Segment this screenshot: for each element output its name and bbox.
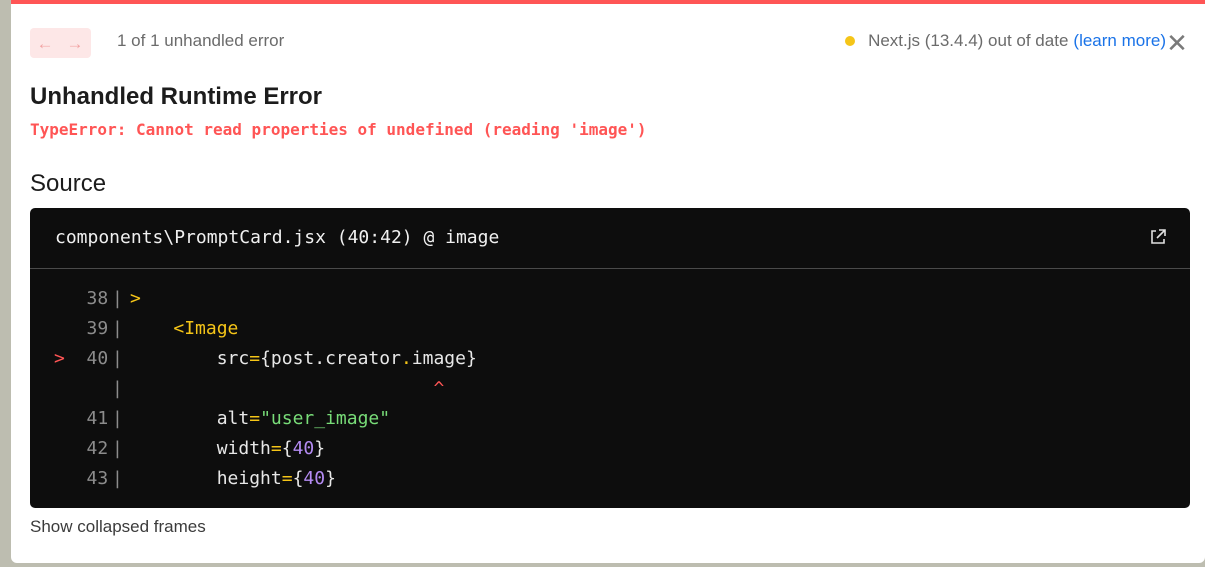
page-title: Unhandled Runtime Error [30,83,323,110]
arrow-right-icon[interactable]: → [60,28,90,58]
code-text: src={post.creator.image} [130,348,477,369]
code-text: > [130,288,141,309]
code-lines: 38 | > 39 | <Image > 40 | src={post.creator.i… [30,284,1190,494]
source-heading: Source [30,170,107,197]
code-text: alt="user_image" [130,408,391,429]
gutter-separator: | [112,408,123,429]
error-pagination: ← → [30,28,91,58]
warning-dot-icon [845,36,856,46]
gutter-separator: | [112,378,123,399]
code-line: 38 | > [30,284,1190,314]
gutter-separator: | [112,438,123,459]
error-message: TypeError: Cannot read properties of und… [30,120,647,139]
code-text: width={40} [130,438,326,459]
gutter-separator: | [112,348,123,369]
gutter-separator: | [112,468,123,489]
code-text: ^ [433,378,445,399]
code-frame-header: components\PromptCard.jsx (40:42) @ imag… [30,208,1190,269]
code-line: 41 | alt="user_image" [30,404,1190,434]
external-link-icon[interactable] [1148,227,1168,247]
gutter-separator: | [112,288,123,309]
code-line: 39 | <Image [30,314,1190,344]
code-line: | ^ [30,374,1190,404]
file-location[interactable]: components\PromptCard.jsx (40:42) @ imag… [55,227,499,248]
show-collapsed-frames-button[interactable]: Show collapsed frames [30,517,206,537]
version-text: Next.js (13.4.4) out of date [868,31,1069,50]
code-line: 43 | height={40} [30,464,1190,494]
learn-more-link[interactable]: (learn more) [1073,31,1166,51]
error-overlay-dialog: ← → 1 of 1 unhandled error Next.js (13.4… [11,0,1205,563]
close-icon[interactable]: ✕ [1162,28,1192,58]
code-line: 42 | width={40} [30,434,1190,464]
error-count: 1 of 1 unhandled error [117,31,285,50]
code-text: height={40} [130,468,336,489]
overlay-header: ← → 1 of 1 unhandled error Next.js (13.4… [11,4,1205,80]
code-text: <Image [173,318,239,339]
gutter-separator: | [112,318,123,339]
arrow-left-icon[interactable]: ← [30,28,60,58]
code-line: > 40 | src={post.creator.image} [30,344,1190,374]
version-status: Next.js (13.4.4) out of date (learn more… [845,31,1166,51]
code-frame: components\PromptCard.jsx (40:42) @ imag… [30,208,1190,508]
